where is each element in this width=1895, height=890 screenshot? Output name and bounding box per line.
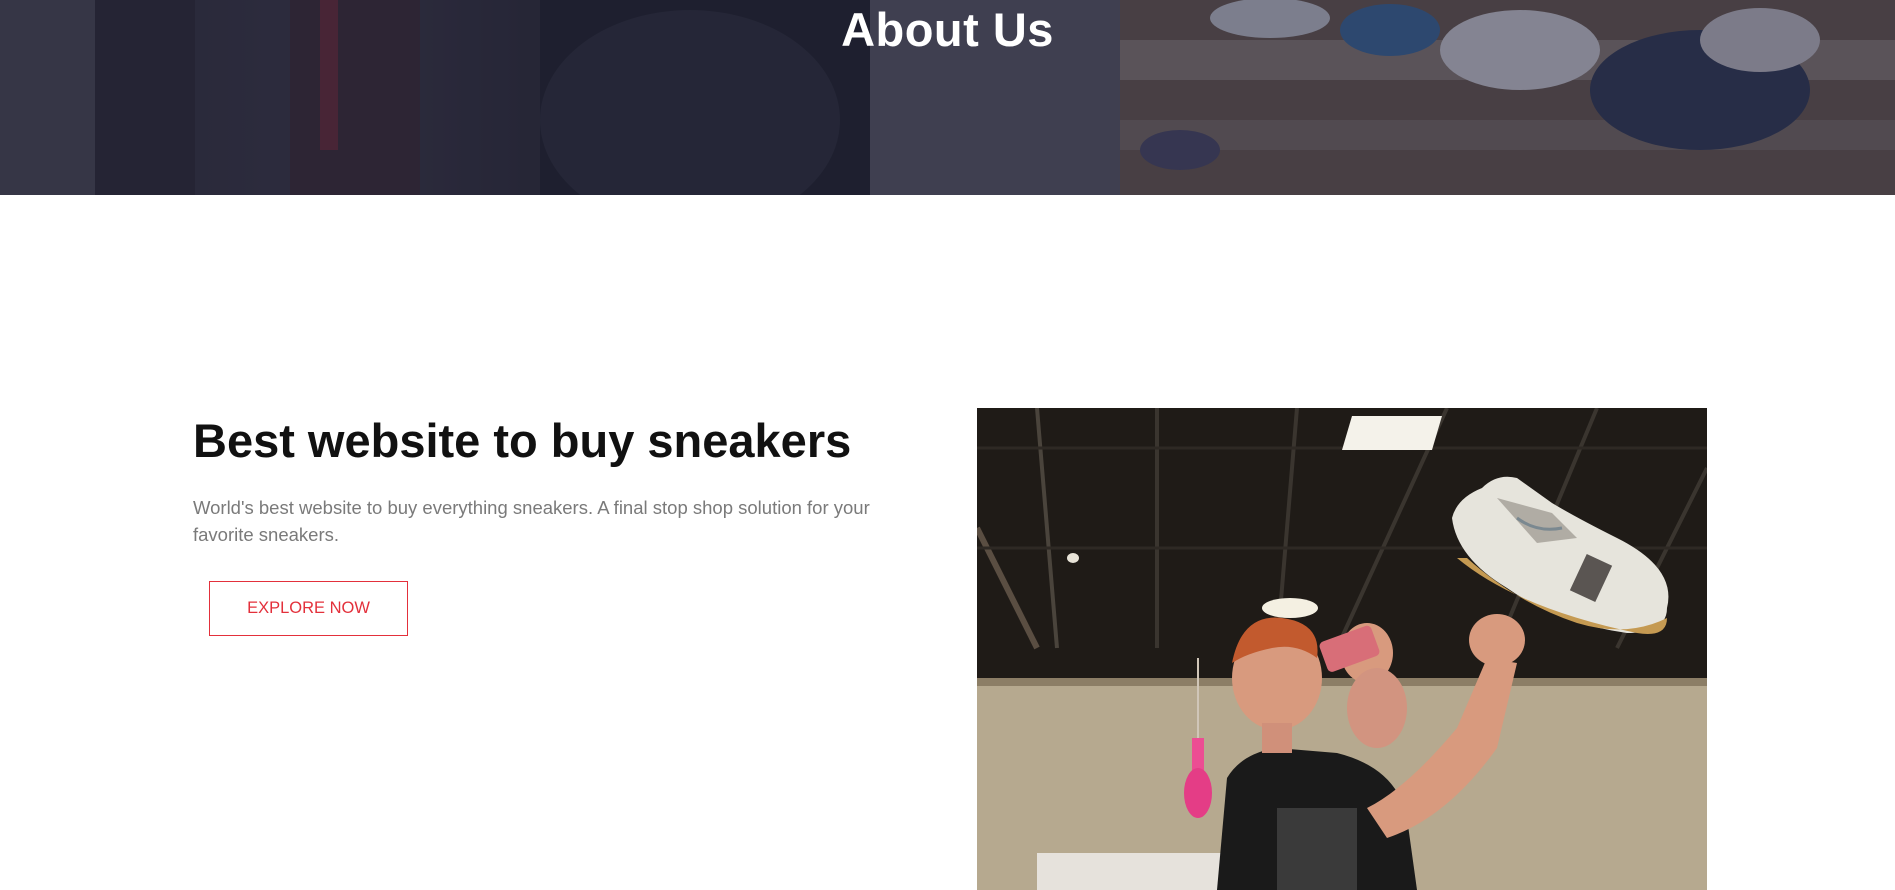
- explore-now-button[interactable]: EXPLORE NOW: [209, 581, 408, 636]
- section-heading: Best website to buy sneakers: [193, 414, 852, 467]
- sneaker-photo-image: [977, 408, 1707, 890]
- section-description: World's best website to buy everything s…: [193, 497, 870, 545]
- intro-section: Best website to buy sneakers World's bes…: [193, 410, 933, 548]
- hero-banner: About Us: [0, 0, 1895, 195]
- page-title: About Us: [841, 3, 1054, 56]
- sneaker-photo: [977, 408, 1707, 890]
